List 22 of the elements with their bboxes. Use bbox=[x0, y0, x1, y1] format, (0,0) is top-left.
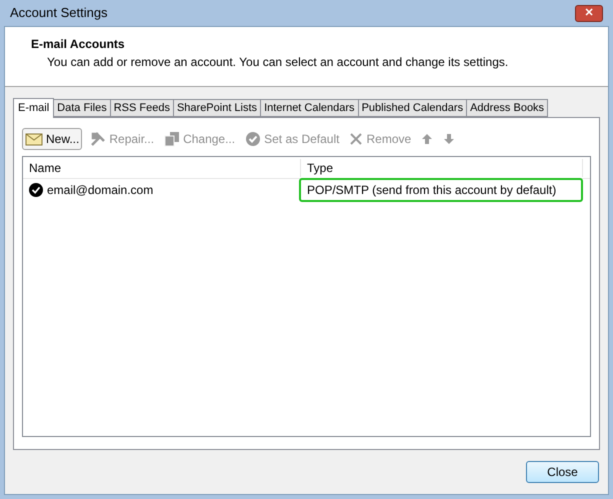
section-title: E-mail Accounts bbox=[31, 36, 126, 53]
tab[interactable]: SharePoint Lists bbox=[172, 99, 262, 117]
table-cell: POP/SMTP (send from this account by default) bbox=[299, 178, 583, 202]
window-title: Account Settings bbox=[10, 4, 108, 22]
envelope-icon bbox=[25, 131, 43, 147]
tab[interactable]: Published Calendars bbox=[358, 99, 468, 117]
check-circle-icon bbox=[245, 131, 262, 147]
tab[interactable]: Address Books bbox=[466, 99, 548, 117]
section-description: You can add or remove an account. You can select an account and change its settings. bbox=[46, 54, 510, 71]
tab[interactable]: Internet Calendars bbox=[260, 99, 359, 117]
toolbar-button[interactable]: New... bbox=[22, 128, 82, 150]
pages-icon bbox=[164, 131, 180, 147]
tools-icon bbox=[90, 131, 106, 147]
x-icon bbox=[349, 132, 364, 146]
tab[interactable]: E-mail bbox=[13, 98, 54, 118]
column-header[interactable]: Name bbox=[23, 158, 301, 176]
table-cell-text: email@domain.com bbox=[47, 182, 154, 199]
tab[interactable]: Data Files bbox=[53, 99, 111, 117]
column-header[interactable]: Type bbox=[301, 158, 583, 176]
tab[interactable]: RSS Feeds bbox=[110, 99, 174, 117]
close-button[interactable]: ✕ bbox=[575, 4, 603, 22]
dialog-button[interactable]: Close bbox=[526, 461, 599, 483]
